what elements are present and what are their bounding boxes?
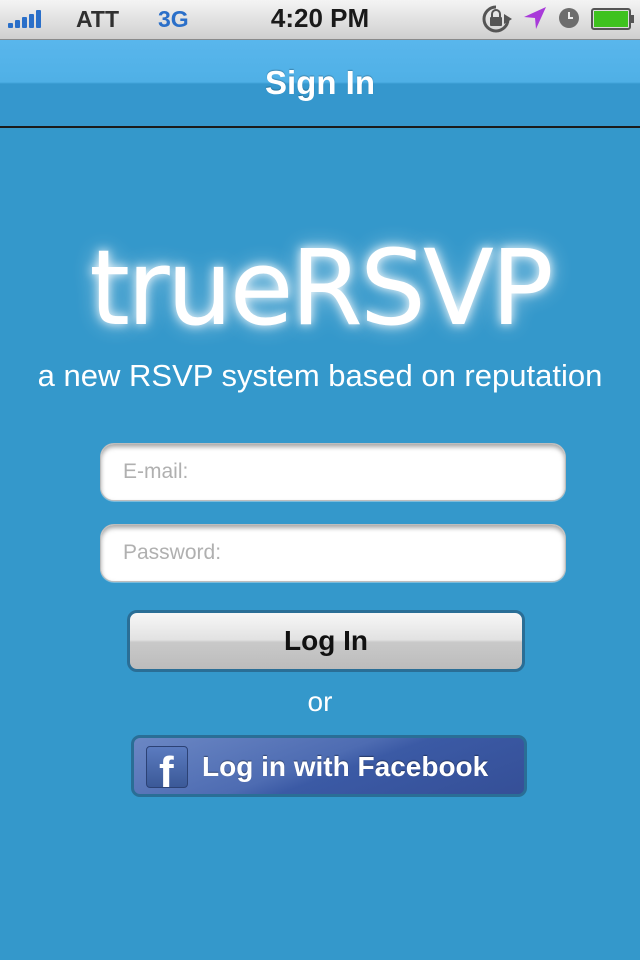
login-button[interactable]: Log In <box>127 610 525 672</box>
rotation-lock-icon <box>482 5 512 33</box>
facebook-login-label: Log in with Facebook <box>202 751 489 782</box>
app-tagline: a new RSVP system based on reputation <box>37 358 603 393</box>
alarm-clock-icon <box>559 8 579 28</box>
email-field[interactable] <box>100 443 566 501</box>
app-logo: trueRSVP <box>89 227 554 349</box>
location-arrow-icon <box>524 7 546 29</box>
password-field[interactable] <box>100 524 566 582</box>
facebook-icon: f <box>146 746 188 788</box>
facebook-login-button[interactable]: f Log in with Facebook <box>131 735 527 797</box>
status-bar: ATT 3G 4:20 PM <box>0 0 640 40</box>
facebook-glyph: f <box>159 748 174 788</box>
navigation-bar: Sign In <box>0 40 640 128</box>
or-separator: or <box>307 686 333 717</box>
page-title: Sign In <box>265 64 375 101</box>
battery-icon <box>591 8 634 30</box>
